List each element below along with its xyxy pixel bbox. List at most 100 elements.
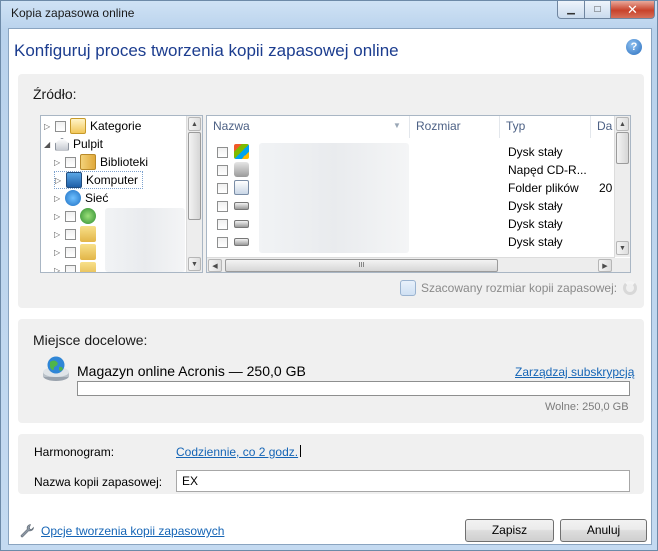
column-header-size[interactable]: Rozmiar bbox=[410, 116, 500, 138]
wrench-icon bbox=[20, 524, 34, 538]
column-header-name[interactable]: Nazwa ▼ bbox=[207, 116, 410, 138]
minimize-button[interactable]: ▁ bbox=[557, 1, 585, 19]
estimate-label: Szacowany rozmiar kopii zapasowej: bbox=[421, 281, 618, 295]
categories-icon bbox=[70, 118, 86, 134]
user-icon bbox=[80, 208, 96, 224]
home-icon bbox=[55, 137, 69, 151]
type-cell: Dysk stały bbox=[508, 145, 563, 159]
tree-item-label: Pulpit bbox=[73, 137, 104, 151]
scroll-down-icon[interactable]: ▼ bbox=[188, 257, 201, 271]
checkbox[interactable] bbox=[65, 228, 76, 240]
close-button[interactable]: ✕ bbox=[610, 1, 655, 19]
scroll-thumb[interactable] bbox=[616, 132, 629, 164]
expand-arrow-icon[interactable]: ▷ bbox=[54, 194, 63, 203]
destination-panel: Miejsce docelowe: Magazyn online Acronis… bbox=[18, 319, 644, 423]
expand-arrow-icon[interactable]: ▷ bbox=[55, 176, 64, 185]
maximize-button[interactable]: □ bbox=[584, 1, 611, 19]
tree-item[interactable]: ▷ bbox=[54, 225, 100, 243]
destination-label: Miejsce docelowe: bbox=[33, 332, 148, 348]
expand-arrow-icon[interactable]: ▷ bbox=[54, 158, 63, 167]
tree-scrollbar[interactable]: ▲ ▼ bbox=[186, 116, 202, 272]
checkbox[interactable] bbox=[65, 156, 76, 168]
file-list[interactable]: Nazwa ▼ Rozmiar Typ Da Dysk stały Napęd … bbox=[206, 115, 631, 273]
expand-arrow-icon[interactable]: ▷ bbox=[54, 230, 63, 239]
scroll-corner bbox=[615, 258, 630, 272]
tree-item[interactable]: ▷ bbox=[54, 243, 100, 261]
list-vertical-scrollbar[interactable]: ▲ ▼ bbox=[614, 116, 630, 257]
loading-spinner-icon bbox=[623, 281, 638, 295]
dialog-body: Konfiguruj proces tworzenia kopii zapaso… bbox=[8, 28, 652, 545]
checkbox[interactable] bbox=[217, 237, 228, 248]
cd-drive-icon bbox=[234, 162, 249, 177]
tree-item[interactable]: ▷ bbox=[54, 207, 100, 225]
schedule-value-wrap[interactable]: Codziennie, co 2 godz. bbox=[176, 445, 302, 459]
backup-name-input[interactable]: EX bbox=[176, 470, 630, 492]
checkbox[interactable] bbox=[217, 183, 228, 194]
type-cell: Folder plików bbox=[508, 181, 579, 195]
source-label: Źródło: bbox=[33, 86, 77, 102]
checkbox[interactable] bbox=[65, 210, 76, 222]
libraries-icon bbox=[80, 154, 96, 170]
manage-subscription-link[interactable]: Zarządzaj subskrypcją bbox=[515, 365, 634, 379]
page-title: Konfiguruj proces tworzenia kopii zapaso… bbox=[14, 41, 399, 60]
storage-usage-bar bbox=[77, 381, 630, 396]
scroll-left-icon[interactable]: ◀ bbox=[208, 259, 222, 272]
storage-name: Magazyn online Acronis — 250,0 GB bbox=[77, 363, 306, 379]
scroll-up-icon[interactable]: ▲ bbox=[188, 117, 201, 131]
column-header-type[interactable]: Typ bbox=[500, 116, 591, 138]
scroll-thumb[interactable] bbox=[188, 132, 201, 220]
expand-arrow-icon[interactable]: ▷ bbox=[44, 122, 53, 131]
estimate-checkbox[interactable] bbox=[400, 280, 416, 296]
backup-options[interactable]: Opcje tworzenia kopii zapasowych bbox=[19, 523, 224, 539]
scroll-down-icon[interactable]: ▼ bbox=[616, 241, 629, 255]
cancel-button[interactable]: Anuluj bbox=[560, 519, 647, 542]
folder-icon bbox=[80, 244, 96, 260]
backup-name-label: Nazwa kopii zapasowej: bbox=[34, 475, 163, 489]
save-button[interactable]: Zapisz bbox=[465, 519, 554, 542]
checkbox[interactable] bbox=[217, 201, 228, 212]
scroll-thumb[interactable]: III bbox=[225, 259, 498, 272]
folder-tree[interactable]: ▷ Kategorie ◢ Pulpit ▷ Biblioteki ▷ Komp… bbox=[40, 115, 203, 273]
scroll-right-icon[interactable]: ▶ bbox=[598, 259, 612, 272]
checkbox[interactable] bbox=[217, 165, 228, 176]
tree-item-computer[interactable]: ▷ Komputer bbox=[54, 171, 144, 189]
expand-arrow-icon[interactable]: ▷ bbox=[54, 248, 63, 257]
system-drive-icon bbox=[234, 144, 249, 159]
expand-arrow-icon[interactable]: ▷ bbox=[54, 266, 63, 273]
list-horizontal-scrollbar[interactable]: ◀ III ▶ bbox=[207, 257, 615, 272]
help-icon[interactable]: ? bbox=[626, 39, 642, 55]
collapse-arrow-icon[interactable]: ◢ bbox=[44, 140, 53, 149]
hard-drive-icon bbox=[234, 202, 249, 210]
title-bar[interactable]: Kopia zapasowa online ▁ □ ✕ bbox=[1, 1, 657, 27]
type-cell: Dysk stały bbox=[508, 235, 563, 249]
tree-item-network[interactable]: ▷ Sieć bbox=[54, 189, 108, 207]
sort-arrow-icon: ▼ bbox=[393, 121, 401, 130]
hard-drive-icon bbox=[234, 238, 249, 246]
hard-drive-icon bbox=[234, 220, 249, 228]
free-space-label: Wolne: 250,0 GB bbox=[545, 401, 629, 413]
tree-item-desktop[interactable]: ◢ Pulpit bbox=[44, 135, 103, 153]
date-cell: 20 bbox=[599, 181, 613, 195]
tree-item-label: Biblioteki bbox=[100, 155, 149, 169]
schedule-link[interactable]: Codziennie, co 2 godz. bbox=[176, 445, 298, 459]
checkbox[interactable] bbox=[55, 120, 66, 132]
folder-icon bbox=[80, 226, 96, 242]
tree-item-categories[interactable]: ▷ Kategorie bbox=[44, 117, 141, 135]
estimate-size[interactable]: Szacowany rozmiar kopii zapasowej: bbox=[400, 280, 638, 296]
tree-item[interactable]: ▷ bbox=[54, 261, 100, 273]
folder-icon bbox=[80, 262, 96, 272]
checkbox[interactable] bbox=[217, 147, 228, 158]
source-panel: Źródło: ▷ Kategorie ◢ Pulpit ▷ Bibliotek… bbox=[18, 74, 644, 308]
type-cell: Napęd CD-R... bbox=[508, 163, 587, 177]
network-icon bbox=[65, 190, 81, 206]
shortcut-folder-icon bbox=[234, 180, 249, 195]
backup-window: Kopia zapasowa online ▁ □ ✕ Konfiguruj p… bbox=[0, 0, 658, 551]
tree-item-libraries[interactable]: ▷ Biblioteki bbox=[54, 153, 148, 171]
schedule-panel: Harmonogram: Codziennie, co 2 godz. Nazw… bbox=[18, 434, 644, 494]
scroll-up-icon[interactable]: ▲ bbox=[616, 117, 629, 131]
checkbox[interactable] bbox=[217, 219, 228, 230]
backup-options-link[interactable]: Opcje tworzenia kopii zapasowych bbox=[41, 524, 224, 538]
checkbox[interactable] bbox=[65, 246, 76, 258]
expand-arrow-icon[interactable]: ▷ bbox=[54, 212, 63, 221]
checkbox[interactable] bbox=[65, 264, 76, 272]
